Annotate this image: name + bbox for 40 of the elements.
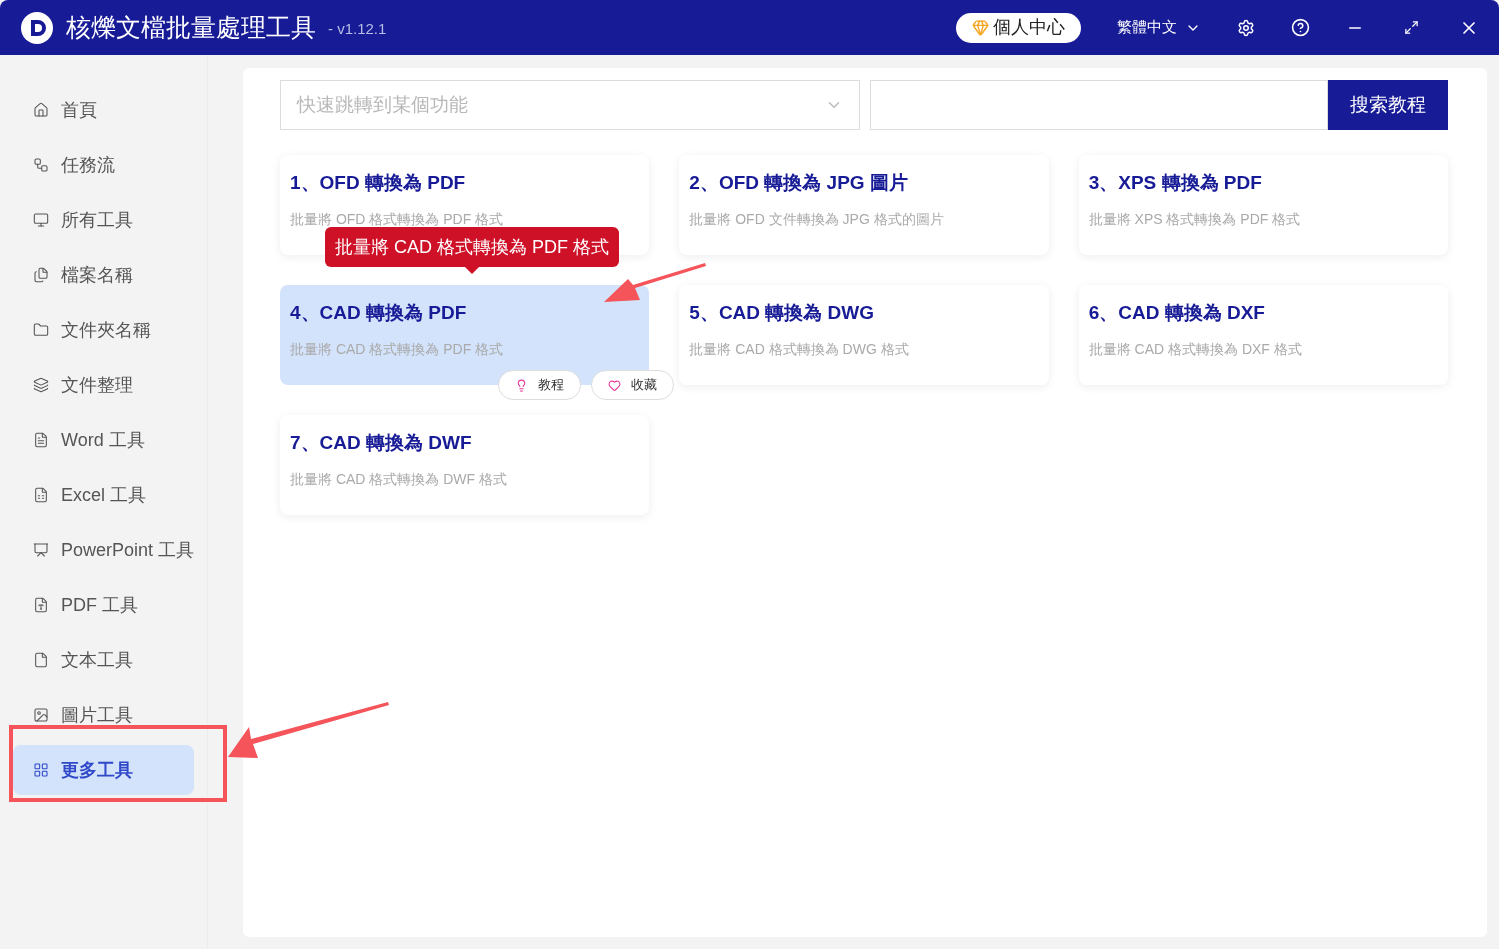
tool-card[interactable]: 6、CAD 轉換為 DXF 批量將 CAD 格式轉換為 DXF 格式 [1078,285,1448,385]
card-description: 批量將 CAD 格式轉換為 DXF 格式 [1088,339,1303,358]
card-title: 1、OFD 轉換為 PDF [290,171,467,195]
card-title: 3、XPS 轉換為 PDF [1088,171,1263,195]
favorite-button[interactable]: 收藏 [591,370,675,400]
sidebar-item[interactable]: 所有工具 [13,195,194,245]
card-title: 7、CAD 轉換為 DWF [290,431,473,455]
sidebar-item[interactable]: 更多工具 [13,745,194,795]
sidebar-item[interactable]: 任務流 [13,140,194,190]
sidebar-item[interactable]: Excel 工具 [13,470,194,520]
card-title: 2、OFD 轉換為 JPG 圖片 [689,171,909,195]
sidebar-item[interactable]: 文件整理 [13,360,194,410]
sidebar-item[interactable]: 圖片工具 [13,690,194,740]
card-title: 6、CAD 轉換為 DXF [1088,301,1266,325]
card-description: 批量將 CAD 格式轉換為 DWG 格式 [689,339,910,358]
tool-card[interactable]: 5、CAD 轉換為 DWG 批量將 CAD 格式轉換為 DWG 格式 [679,285,1049,385]
user-center-button[interactable]: 個人中心 [956,12,1081,43]
language-dropdown[interactable]: 繁體中文 [1117,16,1201,39]
sidebar-item[interactable]: 文本工具 [13,635,194,685]
tool-card[interactable]: 3、XPS 轉換為 PDF 批量將 XPS 格式轉換為 PDF 格式 [1078,155,1448,255]
window-title: 核爍文檔批量處理工具 [66,11,316,43]
sidebar-item[interactable]: Word 工具 [13,415,194,465]
sidebar-item[interactable]: 檔案名稱 [13,250,194,300]
card-description: 批量將 CAD 格式轉換為 DWF 格式 [290,469,508,488]
card-title: 4、CAD 轉換為 PDF [290,301,468,325]
sidebar-item[interactable]: 首頁 [13,85,194,135]
card-description: 批量將 OFD 文件轉換為 JPG 格式的圖片 [689,209,945,228]
card-description: 批量將 XPS 格式轉換為 PDF 格式 [1088,209,1302,228]
sidebar-item[interactable]: PowerPoint 工具 [13,525,194,575]
sidebar-item[interactable]: PDF 工具 [13,580,194,630]
version-label: - v1.12.1 [328,19,387,40]
tool-card[interactable]: 7、CAD 轉換為 DWF 批量將 CAD 格式轉換為 DWF 格式 [280,415,650,515]
tutorial-button[interactable]: 教程 [498,370,582,400]
tooltip: 批量將 CAD 格式轉換為 PDF 格式 [325,227,619,267]
card-description: 批量將 OFD 格式轉換為 PDF 格式 [290,209,505,228]
card-description: 批量將 CAD 格式轉換為 PDF 格式 [290,339,505,358]
card-title: 5、CAD 轉換為 DWG [689,301,876,325]
sidebar-item[interactable]: 文件夾名稱 [13,305,194,355]
tool-card[interactable]: 2、OFD 轉換為 JPG 圖片 批量將 OFD 文件轉換為 JPG 格式的圖片 [679,155,1049,255]
search-tutorial-button[interactable]: 搜索教程 [1328,80,1448,130]
